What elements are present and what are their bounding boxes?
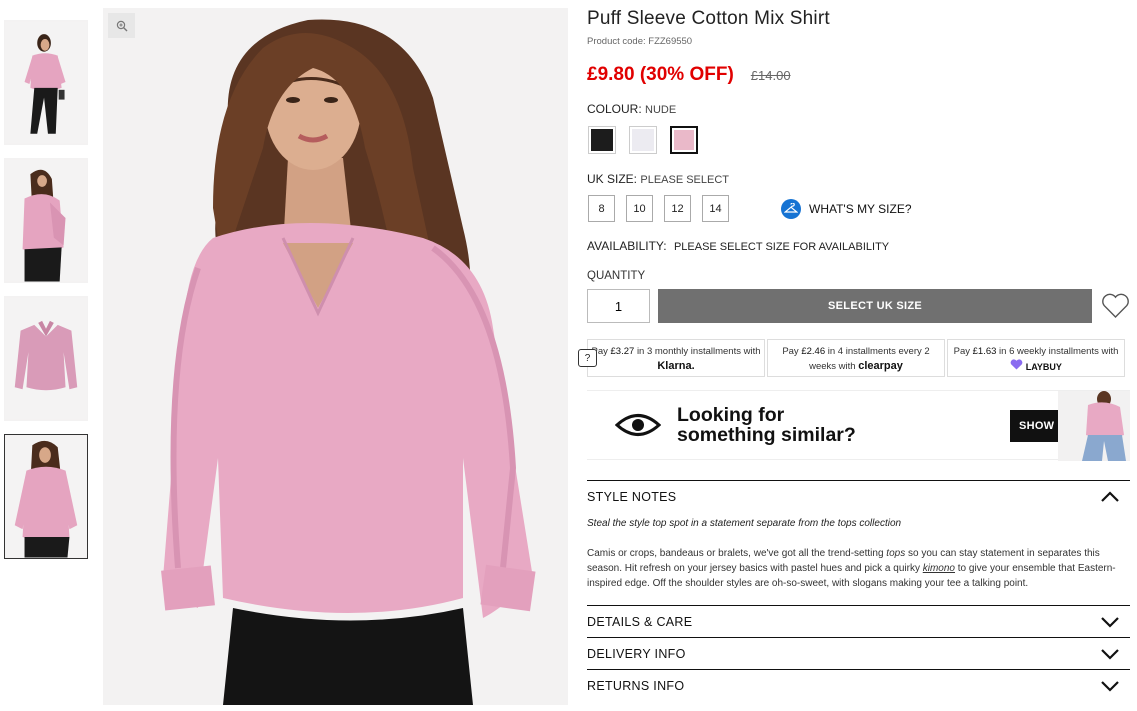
chevron-down-icon	[1101, 680, 1119, 692]
wishlist-button[interactable]	[1100, 291, 1130, 321]
select-size-button[interactable]: SELECT UK SIZE	[658, 289, 1093, 323]
colour-label: COLOUR: NUDE	[587, 102, 1130, 116]
installment-options: Pay £3.27 in 3 monthly installments with…	[587, 339, 1130, 377]
style-notes-text: Camis or crops, bandeaus or bralets, we'…	[587, 546, 1130, 591]
laybuy-logo: LAYBUY	[1025, 362, 1062, 372]
thumbnail-1[interactable]	[4, 20, 88, 145]
product-accordion: STYLE NOTES Steal the style top spot in …	[587, 480, 1130, 701]
similar-items-banner: Looking for something similar? SHOW SIMI…	[587, 390, 1130, 461]
similar-line-1: Looking for	[677, 404, 785, 426]
details-care-title: DETAILS & CARE	[587, 614, 693, 629]
similar-text: Looking for something similar?	[677, 405, 856, 445]
installment-amount: £3.27	[610, 346, 635, 357]
availability-label: AVAILABILITY:	[587, 239, 667, 253]
installments-help-button[interactable]: ?	[578, 349, 597, 367]
installment-pre: Pay	[953, 346, 970, 357]
colour-swatches	[588, 126, 1130, 154]
thumbnail-list	[4, 20, 88, 572]
buy-row: SELECT UK SIZE	[587, 289, 1130, 323]
kimono-link[interactable]: kimono	[923, 563, 955, 574]
zoom-icon	[116, 20, 127, 31]
returns-info-title: RETURNS INFO	[587, 678, 685, 693]
size-prompt: PLEASE SELECT	[640, 174, 730, 186]
product-details: Puff Sleeve Cotton Mix Shirt Product cod…	[578, 8, 1130, 701]
chevron-down-icon	[1101, 616, 1119, 628]
laybuy-heart-icon	[1010, 359, 1023, 370]
installment-text: in 3 monthly installments with	[636, 346, 761, 357]
size-option-8[interactable]: 8	[588, 195, 615, 222]
delivery-info-title: DELIVERY INFO	[587, 646, 686, 661]
swatch-white[interactable]	[629, 126, 657, 154]
installment-laybuy[interactable]: Pay £1.63 in 6 weekly installments with …	[947, 339, 1125, 377]
whats-my-size-link[interactable]: WHAT'S MY SIZE?	[781, 198, 912, 219]
colour-label-text: COLOUR:	[587, 102, 642, 116]
details-care-header[interactable]: DETAILS & CARE	[587, 605, 1130, 637]
style-notes-body: Steal the style top spot in a statement …	[587, 512, 1130, 605]
thumbnail-3[interactable]	[4, 296, 88, 421]
product-code-value: FZZ69550	[648, 36, 693, 47]
clearpay-logo: clearpay	[858, 360, 903, 372]
installment-klarna[interactable]: Pay £3.27 in 3 monthly installments with…	[587, 339, 765, 377]
size-option-14[interactable]: 14	[702, 195, 729, 222]
installment-text: in 6 weekly installments with	[999, 346, 1119, 357]
chevron-up-icon	[1101, 490, 1119, 502]
installment-amount: £2.46	[801, 346, 826, 357]
klarna-logo: Klarna.	[657, 360, 695, 372]
heart-icon	[1101, 293, 1129, 318]
thumbnail-2[interactable]	[4, 158, 88, 283]
similar-product-image	[1058, 391, 1130, 461]
style-notes-p1: Camis or crops, bandeaus or bralets, we'…	[587, 548, 884, 559]
returns-info-header[interactable]: RETURNS INFO	[587, 669, 1130, 701]
product-main-image[interactable]	[103, 8, 568, 705]
style-notes-tagline: Steal the style top spot in a statement …	[587, 518, 902, 529]
chevron-down-icon	[1101, 648, 1119, 660]
product-code: Product code: FZZ69550	[587, 36, 1130, 47]
size-option-10[interactable]: 10	[626, 195, 653, 222]
sale-price: £9.80 (30% OFF)	[587, 64, 734, 85]
availability-value: PLEASE SELECT SIZE FOR AVAILABILITY	[673, 241, 890, 253]
style-notes-header[interactable]: STYLE NOTES	[587, 480, 1130, 512]
thumbnail-4[interactable]	[4, 434, 88, 559]
quantity-label: QUANTITY	[587, 270, 646, 282]
installment-pre: Pay	[782, 346, 799, 357]
product-title: Puff Sleeve Cotton Mix Shirt	[587, 8, 830, 29]
delivery-info-header[interactable]: DELIVERY INFO	[587, 637, 1130, 669]
quantity-input[interactable]	[587, 289, 650, 323]
size-label: UK SIZE: PLEASE SELECT	[587, 172, 1130, 186]
size-option-12[interactable]: 12	[664, 195, 691, 222]
zoom-button[interactable]	[108, 13, 135, 38]
similar-line-2: something similar?	[677, 424, 856, 446]
size-label-text: UK SIZE:	[587, 172, 638, 186]
price-row: £9.80 (30% OFF) £14.00	[587, 64, 1130, 86]
swatch-black[interactable]	[588, 126, 616, 154]
style-notes-title: STYLE NOTES	[587, 489, 677, 504]
product-code-label: Product code:	[587, 36, 646, 47]
tops-link[interactable]: tops	[886, 548, 905, 559]
availability: AVAILABILITY: PLEASE SELECT SIZE FOR AVA…	[587, 239, 1130, 253]
swatch-nude[interactable]	[670, 126, 698, 154]
hanger-icon	[781, 198, 801, 219]
eye-icon	[615, 414, 661, 436]
original-price: £14.00	[750, 68, 791, 83]
colour-selected: NUDE	[645, 104, 677, 116]
size-options: 8 10 12 14 WHAT'S MY SIZE?	[588, 195, 1130, 222]
whats-my-size-label: WHAT'S MY SIZE?	[809, 201, 912, 216]
installment-clearpay[interactable]: Pay £2.46 in 4 installments every 2 week…	[767, 339, 945, 377]
installment-amount: £1.63	[972, 346, 997, 357]
